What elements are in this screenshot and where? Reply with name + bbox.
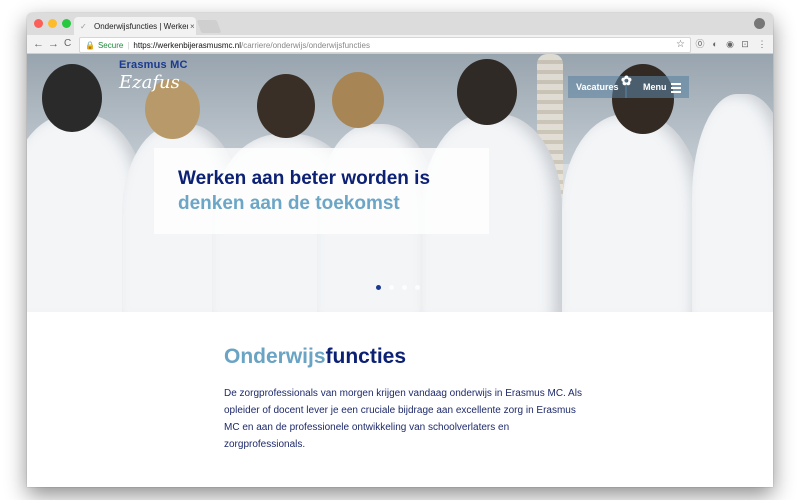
- browser-window: ✓ Onderwijsfuncties | Werken bij × ← → C…: [27, 13, 773, 487]
- hero-tagline-box: Werken aan beter worden is denken aan de…: [154, 148, 489, 234]
- extension-camera-icon[interactable]: ◉: [725, 39, 735, 49]
- zoom-window-button[interactable]: [62, 19, 71, 28]
- slide-dot-3[interactable]: [402, 285, 407, 290]
- address-bar[interactable]: 🔒 Secure | https://werkenbijerasmusmc.nl…: [79, 37, 691, 53]
- secure-label: Secure: [97, 40, 124, 50]
- forward-icon[interactable]: →: [48, 37, 59, 51]
- page-favicon-icon: ✓: [80, 21, 87, 31]
- hero-headline-line1: Werken aan beter worden is: [178, 168, 431, 189]
- tab-close-icon[interactable]: ×: [190, 22, 195, 31]
- slide-dot-4[interactable]: [415, 285, 420, 290]
- hero-photo-head: [42, 64, 102, 132]
- url-separator: |: [127, 40, 130, 50]
- logo-title: Erasmus MC: [119, 59, 188, 71]
- hero-photo-head: [457, 59, 517, 125]
- main-content: Onderwijsfuncties De zorgprofessionals v…: [27, 312, 773, 487]
- intro-paragraph: De zorgprofessionals van morgen krijgen …: [224, 388, 582, 450]
- hero-headline-line2: denken aan de toekomst: [178, 193, 400, 214]
- page-title-part2: functies: [325, 345, 407, 368]
- close-window-button[interactable]: [34, 19, 43, 28]
- slide-dot-2[interactable]: [389, 285, 394, 290]
- logo-script: Ezafus: [119, 72, 180, 93]
- menu-label: Menu: [643, 82, 667, 92]
- title-bar: ✓ Onderwijsfuncties | Werken bij ×: [27, 13, 773, 35]
- tab-title: Onderwijsfuncties | Werken bij: [94, 21, 188, 31]
- bookmark-star-icon[interactable]: ☆: [676, 39, 685, 50]
- window-controls: [34, 19, 71, 28]
- web-page: Erasmus MC Ezafus Vacatures ✿ Menu Werke…: [27, 54, 773, 487]
- new-tab-button[interactable]: [196, 20, 222, 33]
- hamburger-icon: [671, 83, 681, 95]
- url-path: /carriere/onderwijs/onderwijsfuncties: [241, 40, 370, 50]
- extension-box-icon[interactable]: ⊡: [740, 39, 750, 49]
- hero-photo-head: [332, 72, 384, 128]
- lock-icon: 🔒: [85, 40, 95, 50]
- minimize-window-button[interactable]: [48, 19, 57, 28]
- extension-info-icon[interactable]: ⓪: [695, 39, 705, 49]
- back-icon[interactable]: ←: [33, 37, 44, 51]
- extension-shield-icon[interactable]: ◐: [710, 39, 720, 49]
- browser-menu-icon[interactable]: ⋮: [757, 39, 767, 49]
- profile-icon[interactable]: [754, 18, 765, 29]
- hero-banner: Erasmus MC Ezafus Vacatures ✿ Menu Werke…: [27, 54, 773, 312]
- hero-photo-figure: [562, 114, 702, 312]
- page-title: Onderwijsfuncties: [224, 345, 406, 369]
- slide-dot-1[interactable]: [376, 285, 381, 290]
- browser-toolbar: ← → C 🔒 Secure | https://werkenbijerasmu…: [27, 35, 773, 54]
- slide-pagination: [376, 285, 420, 290]
- nav-vacatures-button[interactable]: Vacatures: [568, 76, 627, 98]
- browser-tab[interactable]: ✓ Onderwijsfuncties | Werken bij ×: [74, 17, 196, 35]
- erasmus-mc-logo[interactable]: Erasmus MC Ezafus: [119, 59, 188, 93]
- page-title-part1: Onderwijs: [224, 345, 326, 368]
- reload-icon[interactable]: C: [64, 37, 71, 51]
- hero-photo-figure: [692, 94, 773, 312]
- flower-icon: ✿: [621, 73, 632, 88]
- nav-menu-button[interactable]: ✿ Menu: [621, 73, 689, 98]
- url-host: https://werkenbijerasmusmc.nl: [133, 40, 241, 50]
- hero-photo-head: [257, 74, 315, 138]
